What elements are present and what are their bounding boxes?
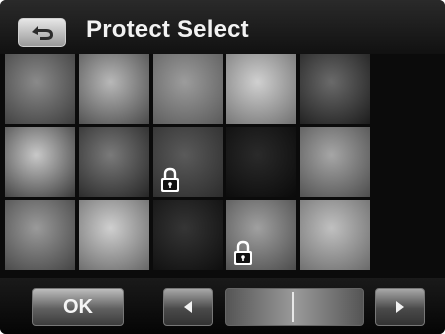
prev-page-button[interactable] xyxy=(163,288,213,326)
back-button[interactable] xyxy=(18,18,66,47)
thumbnail-children-in-park[interactable] xyxy=(5,54,75,124)
back-arrow-icon xyxy=(32,25,53,40)
thumbnail-woman-smiling[interactable] xyxy=(78,200,149,270)
arrow-right-icon xyxy=(396,301,404,313)
header-bar: Protect Select xyxy=(0,0,445,54)
ok-button[interactable]: OK xyxy=(32,288,124,326)
thumbnail-couple-portrait[interactable] xyxy=(226,200,297,270)
protect-select-screen: Protect Select OK xyxy=(0,0,445,334)
thumbnail-beach-scene[interactable] xyxy=(152,127,223,197)
page-title: Protect Select xyxy=(86,16,249,43)
lock-icon xyxy=(234,240,253,265)
bottom-toolbar: OK xyxy=(0,278,445,334)
thumbnail-woman-in-field[interactable] xyxy=(78,54,149,124)
thumbnail-road-light-trails[interactable] xyxy=(152,200,223,270)
thumbnail-woman-portrait[interactable] xyxy=(5,200,75,270)
thumbnail-two-kids-sitting[interactable] xyxy=(152,54,223,124)
thumbnail-leaf-closeup[interactable] xyxy=(78,127,149,197)
next-page-button[interactable] xyxy=(375,288,425,326)
thumbnail-smiling-toddler[interactable] xyxy=(226,54,297,124)
thumbnail-grid xyxy=(5,54,445,275)
lock-icon xyxy=(160,167,179,192)
arrow-left-icon xyxy=(184,301,192,313)
page-scrollbar[interactable] xyxy=(225,288,364,326)
thumbnail-child-with-hat[interactable] xyxy=(300,127,371,197)
thumbnail-night-city[interactable] xyxy=(226,127,297,197)
scrollbar-thumb[interactable] xyxy=(292,292,294,322)
thumbnail-glass-bowl[interactable] xyxy=(300,200,371,270)
thumbnail-city-skyline[interactable] xyxy=(300,54,371,124)
thumbnail-sunflower[interactable] xyxy=(5,127,75,197)
